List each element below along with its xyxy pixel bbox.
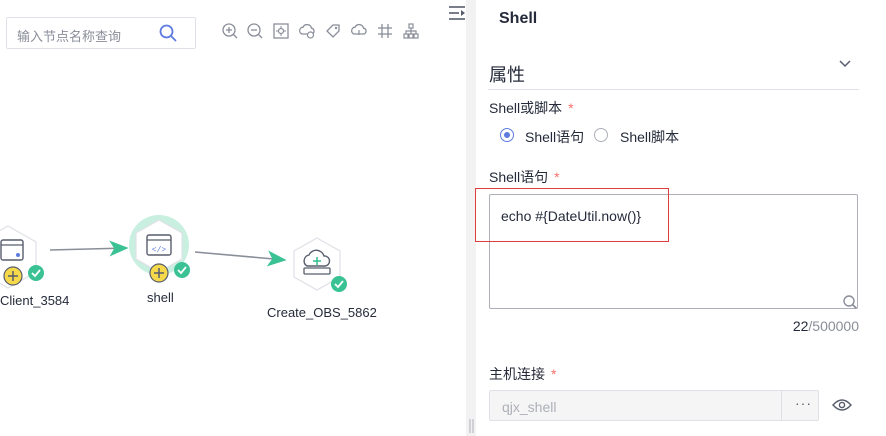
node-label-client: Client_3584: [0, 293, 70, 308]
highlight-box: [475, 188, 669, 242]
host-label: 主机连接 *: [489, 366, 557, 382]
radio-label-shell-script[interactable]: Shell脚本: [620, 127, 679, 147]
section-divider: [488, 89, 859, 90]
workflow-canvas[interactable]: 输入节点名称查询 Client_3584 </> shell Create_OB…: [0, 0, 466, 436]
radio-shell-statement[interactable]: [500, 128, 514, 142]
node-label-shell: shell: [147, 290, 174, 305]
node-create-obs[interactable]: [290, 236, 352, 300]
node-client[interactable]: [0, 222, 48, 292]
connections: [49, 240, 287, 267]
expand-editor-icon[interactable]: [842, 294, 858, 310]
svg-text:</>: </>: [152, 246, 167, 255]
node-shell[interactable]: </>: [126, 215, 196, 285]
eye-icon[interactable]: [832, 398, 852, 412]
radio-shell-script[interactable]: [594, 128, 608, 142]
edge-shell-obs: [194, 250, 287, 267]
more-button[interactable]: ···: [795, 395, 812, 411]
edge-client-shell: [49, 240, 129, 257]
chevron-down-icon[interactable]: [838, 57, 852, 71]
radio-label-shell-statement[interactable]: Shell语句: [525, 127, 584, 147]
node-label-create-obs: Create_OBS_5862: [267, 305, 377, 320]
host-value: qjx_shell: [502, 399, 557, 415]
section-title: 属性: [489, 65, 525, 85]
panel-title: Shell: [499, 10, 538, 27]
statement-label: Shell语句 *: [489, 169, 560, 185]
host-connection-field[interactable]: qjx_shell ···: [489, 390, 819, 421]
resize-grip-icon[interactable]: [469, 419, 474, 433]
script-type-label: Shell或脚本 *: [489, 100, 574, 116]
char-counter: 22/500000: [792, 318, 859, 334]
host-separator: [781, 391, 782, 420]
